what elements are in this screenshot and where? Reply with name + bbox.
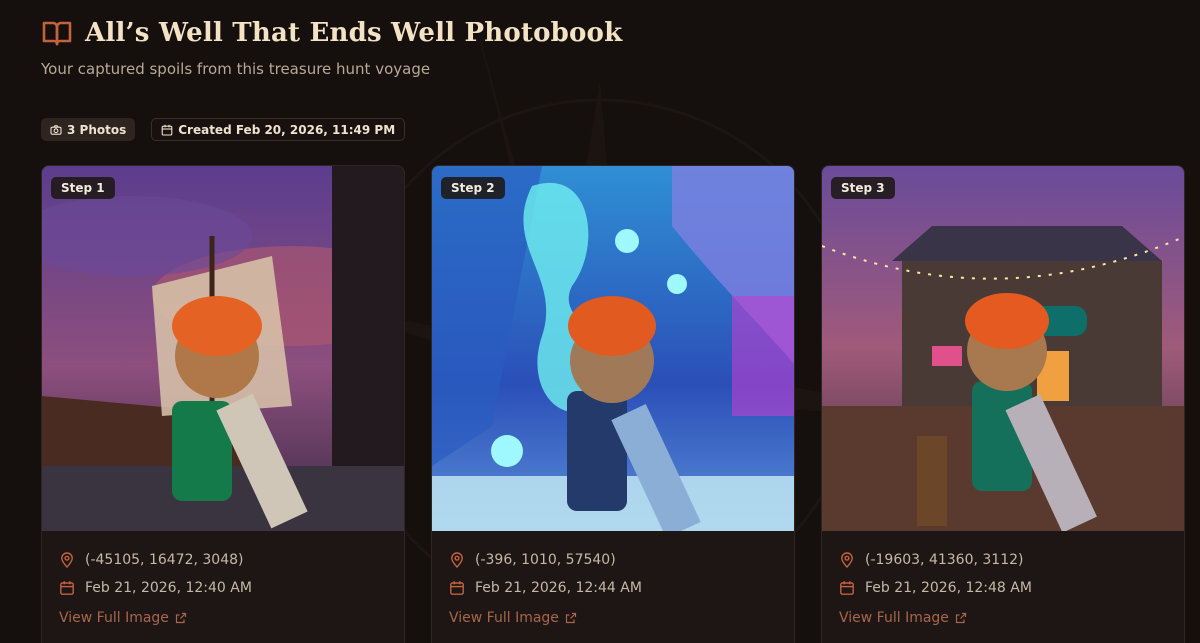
clubhouse-scene-image [822, 166, 1184, 531]
photo-count-badge: 3 Photos [41, 118, 136, 141]
page-subtitle: Your captured spoils from this treasure … [41, 60, 431, 78]
external-link-icon [175, 612, 187, 624]
location-row: (-396, 1010, 57540) [449, 546, 777, 574]
capture-timestamp: Feb 21, 2026, 12:48 AM [865, 580, 1032, 596]
calendar-icon [161, 124, 173, 136]
view-full-image-link[interactable]: View Full Image [839, 610, 1167, 626]
calendar-icon [60, 581, 74, 595]
location-coords: (-19603, 41360, 3112) [865, 552, 1024, 568]
location-row: (-19603, 41360, 3112) [839, 546, 1167, 574]
photo-step-3[interactable]: Step 3 [822, 166, 1184, 531]
location-row: (-45105, 16472, 3048) [59, 546, 387, 574]
pirate-ship-scene-image [42, 166, 404, 531]
photo-card: Step 1 (-45105, 16472, 3048) Feb 21, 202… [41, 165, 405, 643]
page-title: All’s Well That Ends Well Photobook [85, 18, 623, 48]
calendar-icon [450, 581, 464, 595]
map-pin-icon [61, 552, 73, 568]
location-coords: (-396, 1010, 57540) [475, 552, 616, 568]
timestamp-row: Feb 21, 2026, 12:40 AM [59, 574, 387, 602]
photo-grid: Step 1 (-45105, 16472, 3048) Feb 21, 202… [41, 165, 1185, 643]
meta-row: 3 Photos Created Feb 20, 2026, 11:49 PM [41, 118, 406, 141]
view-full-image-label: View Full Image [839, 610, 949, 626]
capture-timestamp: Feb 21, 2026, 12:44 AM [475, 580, 642, 596]
view-full-image-label: View Full Image [449, 610, 559, 626]
view-full-image-link[interactable]: View Full Image [449, 610, 777, 626]
map-pin-icon [841, 552, 853, 568]
photo-count-label: 3 Photos [67, 122, 127, 137]
view-full-image-label: View Full Image [59, 610, 169, 626]
timestamp-row: Feb 21, 2026, 12:44 AM [449, 574, 777, 602]
calendar-icon [840, 581, 854, 595]
created-date-label: Created Feb 20, 2026, 11:49 PM [178, 122, 396, 137]
capture-timestamp: Feb 21, 2026, 12:40 AM [85, 580, 252, 596]
camera-icon [50, 124, 62, 135]
photo-card: Step 3 (-19603, 41360, 3112) Feb 21, 202… [821, 165, 1185, 643]
page-header: All’s Well That Ends Well Photobook Your… [41, 18, 622, 78]
step-badge: Step 1 [51, 177, 115, 199]
timestamp-row: Feb 21, 2026, 12:48 AM [839, 574, 1167, 602]
created-date-badge: Created Feb 20, 2026, 11:49 PM [151, 118, 406, 141]
external-link-icon [565, 612, 577, 624]
view-full-image-link[interactable]: View Full Image [59, 610, 387, 626]
photo-step-2[interactable]: Step 2 [432, 166, 794, 531]
map-pin-icon [451, 552, 463, 568]
step-badge: Step 2 [441, 177, 505, 199]
location-coords: (-45105, 16472, 3048) [85, 552, 244, 568]
photo-card: Step 2 (-396, 1010, 57540) Feb 21, 2026,… [431, 165, 795, 643]
photo-step-1[interactable]: Step 1 [42, 166, 404, 531]
open-book-icon [42, 21, 72, 46]
external-link-icon [955, 612, 967, 624]
underwater-scene-image [432, 166, 794, 531]
step-badge: Step 3 [831, 177, 895, 199]
